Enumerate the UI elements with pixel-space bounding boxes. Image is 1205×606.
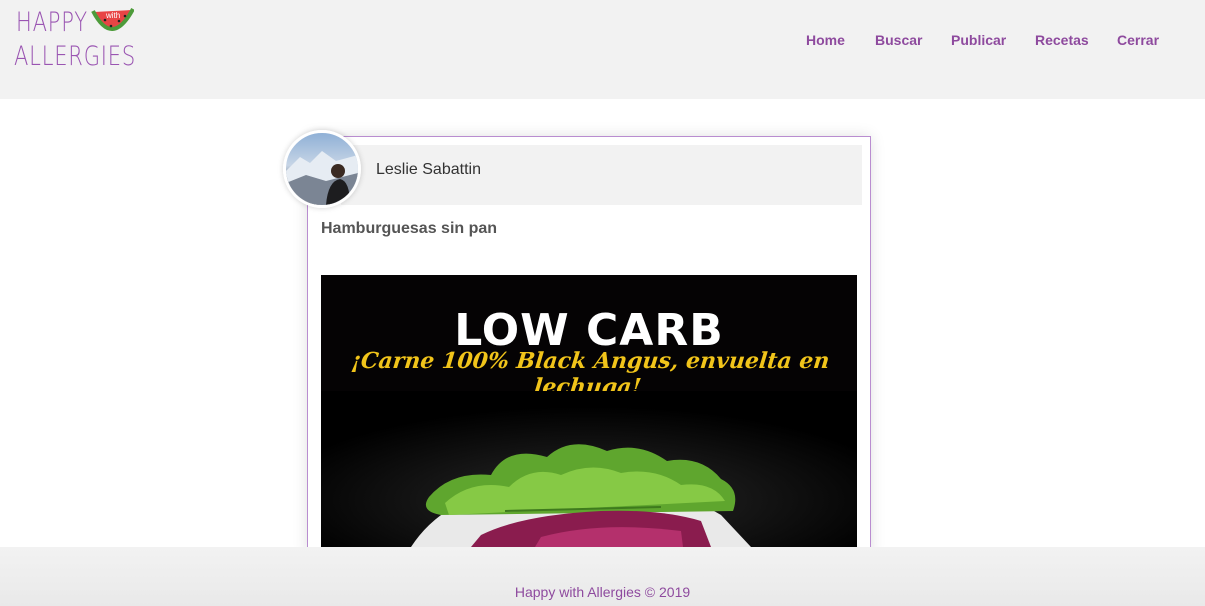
nav-home[interactable]: Home — [806, 32, 845, 48]
footer-copyright: Happy with Allergies © 2019 — [514, 584, 691, 600]
avatar-photo — [286, 151, 358, 205]
author-name[interactable]: Leslie Sabattin — [376, 161, 481, 179]
post-title[interactable]: Hamburguesas sin pan — [321, 220, 497, 238]
main-nav: Home Buscar Publicar Recetas Cerrar — [0, 32, 1205, 52]
nav-publicar[interactable]: Publicar — [951, 32, 1006, 48]
nav-cerrar[interactable]: Cerrar — [1117, 32, 1159, 48]
burger-illustration — [321, 391, 857, 547]
logo-badge: with — [105, 11, 120, 20]
site-header: HAPPY ALLERGIES with Home Buscar Publica… — [0, 0, 1205, 99]
post-image[interactable]: LOW CARB ¡Carne 100% Black Angus, envuel… — [321, 275, 857, 547]
nav-recetas[interactable]: Recetas — [1035, 32, 1089, 48]
site-footer: Happy with Allergies © 2019 — [0, 547, 1205, 606]
nav-buscar[interactable]: Buscar — [875, 32, 922, 48]
author-bar: Leslie Sabattin — [341, 145, 862, 205]
avatar[interactable] — [283, 130, 361, 208]
